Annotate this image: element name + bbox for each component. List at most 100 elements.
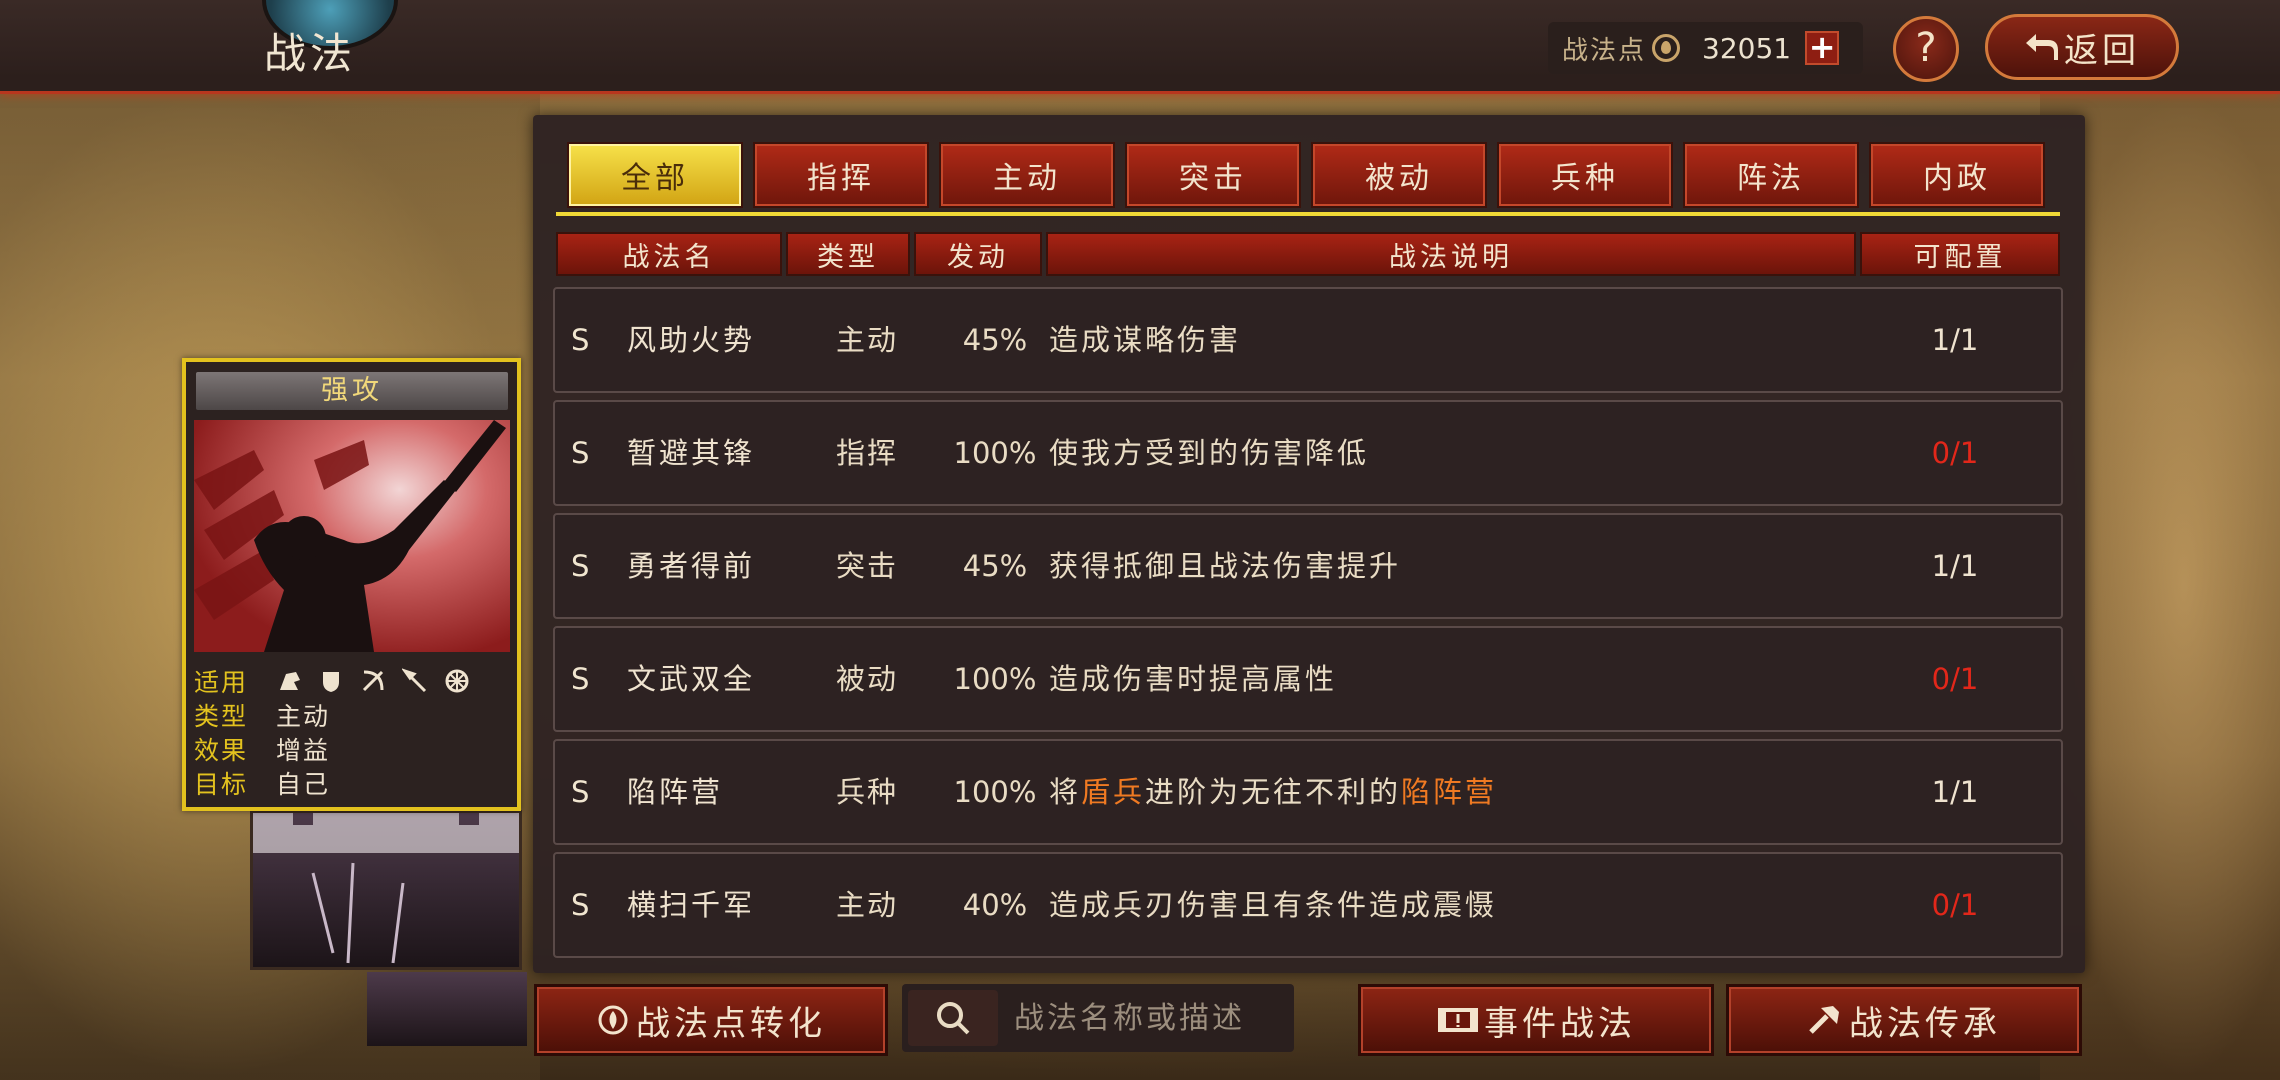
event-scroll-icon [1438,1008,1478,1032]
cavalry-icon [280,672,300,690]
slots-available: 1/1 [1931,323,1979,357]
shield-icon [323,672,339,692]
inherit-tactics-button[interactable]: 战法传承 [1726,984,2082,1056]
search-button[interactable] [908,990,998,1046]
troop-icons [276,668,470,694]
col-header-name[interactable]: 战法名 [556,232,782,276]
tactic-type: 突击 [835,549,898,583]
hammer-icon [1809,1006,1839,1034]
activation-rate: 100% [953,775,1037,809]
tactic-description: 造成谋略伤害 [1049,323,1242,357]
slots-available: 1/1 [1931,775,1979,809]
tactics-list: S 风助火势 主动 45% 造成谋略伤害 1/1 S 暂避其锋 指挥 100% … [553,287,2065,965]
col-header-slots[interactable]: 可配置 [1860,232,2060,276]
add-points-button[interactable]: + [1805,31,1840,65]
col-header-type[interactable]: 类型 [786,232,910,276]
table-row[interactable]: S 横扫千军 主动 40% 造成兵刃伤害且有条件造成震慑 0/1 [553,852,2063,958]
slots-available: 0/1 [1931,888,1979,922]
activation-rate: 100% [953,662,1037,696]
slots-available: 0/1 [1931,436,1979,470]
tactic-description: 将盾兵进阶为无往不利的陷阵营 [1049,741,1497,843]
grade: S [571,323,590,357]
event-tactics-button[interactable]: 事件战法 [1358,984,1714,1056]
slots-available: 0/1 [1931,662,1979,696]
tactic-name: 风助火势 [627,323,756,357]
table-row[interactable]: S 勇者得前 突击 45% 获得抵御且战法伤害提升 1/1 [553,513,2063,619]
tab-internal[interactable]: 内政 [1869,142,2045,208]
tactic-description: 获得抵御且战法伤害提升 [1049,549,1402,583]
desc-text: 进阶为无往不利的 [1145,775,1402,809]
card-warrior-art [194,420,510,652]
tactic-point-icon [1652,34,1681,62]
tactic-type: 被动 [835,662,898,696]
activation-rate: 45% [962,549,1028,583]
grade: S [571,888,590,922]
card-target-value: 自己 [276,770,331,799]
search-icon [937,1002,970,1035]
back-arrow-icon [2026,34,2058,60]
applicable-label: 适用 [194,668,249,697]
top-bar: 战法 战法点 32051 + ? 返回 [0,0,2280,94]
tabs-underline [556,212,2060,216]
grade: S [571,549,590,583]
card-stack-back [250,810,522,970]
tactic-points-display: 战法点 32051 + [1548,22,1863,74]
tab-command[interactable]: 指挥 [753,142,929,208]
type-label: 类型 [194,702,249,731]
activation-rate: 45% [962,323,1028,357]
table-row[interactable]: S 暂避其锋 指挥 100% 使我方受到的伤害降低 0/1 [553,400,2063,506]
activation-rate: 100% [953,436,1037,470]
card-title: 强攻 [196,372,508,410]
convert-points-label: 战法点转化 [636,1003,826,1044]
tab-assault[interactable]: 突击 [1125,142,1301,208]
category-tabs: 全部 指挥 主动 突击 被动 兵种 阵法 内政 [567,142,2047,210]
tactic-type: 指挥 [835,436,898,470]
tactic-type: 主动 [835,888,898,922]
tactic-name: 勇者得前 [627,549,756,583]
card-type-value: 主动 [276,702,331,731]
desc-text: 将 [1049,775,1082,809]
desc-highlight-troop: 盾兵 [1081,775,1146,809]
tactic-description: 造成伤害时提高属性 [1049,662,1338,696]
card-stack-back-2 [367,972,527,1046]
col-header-rate[interactable]: 发动 [914,232,1042,276]
activation-rate: 40% [962,888,1028,922]
inherit-tactics-label: 战法传承 [1849,1003,2001,1044]
effect-label: 效果 [194,736,249,765]
table-row[interactable]: S 风助火势 主动 45% 造成谋略伤害 1/1 [553,287,2063,393]
tactic-type: 主动 [835,323,898,357]
tab-formation[interactable]: 阵法 [1683,142,1859,208]
table-row[interactable]: S 陷阵营 兵种 100% 将盾兵进阶为无往不利的陷阵营 1/1 [553,739,2063,845]
tab-active[interactable]: 主动 [939,142,1115,208]
tab-passive[interactable]: 被动 [1311,142,1487,208]
tab-all[interactable]: 全部 [567,142,743,208]
tactic-point-icon [598,1005,628,1035]
spear-icon [402,668,427,693]
chariot-icon [445,669,469,693]
tactic-card[interactable]: 强攻 适用 类型 主动 效果 增益 目标 自己 [182,358,521,811]
col-header-description[interactable]: 战法说明 [1046,232,1856,276]
back-button[interactable]: 返回 [1985,14,2179,80]
tactic-name: 文武双全 [627,662,756,696]
grade: S [571,436,590,470]
card-effect-value: 增益 [276,736,331,765]
convert-points-button[interactable]: 战法点转化 [534,984,888,1056]
grade: S [571,662,590,696]
tactic-name: 陷阵营 [627,775,724,809]
event-tactics-label: 事件战法 [1484,1003,1636,1044]
tactic-points-value: 32051 [1702,31,1792,65]
grade: S [571,775,590,809]
slots-available: 1/1 [1931,549,1979,583]
tactic-name: 横扫千军 [627,888,756,922]
table-header: 战法名 类型 发动 战法说明 可配置 [556,232,2060,276]
target-label: 目标 [194,770,249,799]
tactic-type: 兵种 [835,775,898,809]
page-title: 战法 [264,29,357,78]
search-box[interactable] [902,984,1294,1052]
table-row[interactable]: S 文武双全 被动 100% 造成伤害时提高属性 0/1 [553,626,2063,732]
help-button[interactable]: ? [1893,16,1959,82]
back-label: 返回 [2064,30,2140,71]
search-input[interactable] [1014,1000,1294,1036]
tab-troop[interactable]: 兵种 [1497,142,1673,208]
card-info: 适用 类型 主动 效果 增益 目标 自己 [194,664,514,800]
